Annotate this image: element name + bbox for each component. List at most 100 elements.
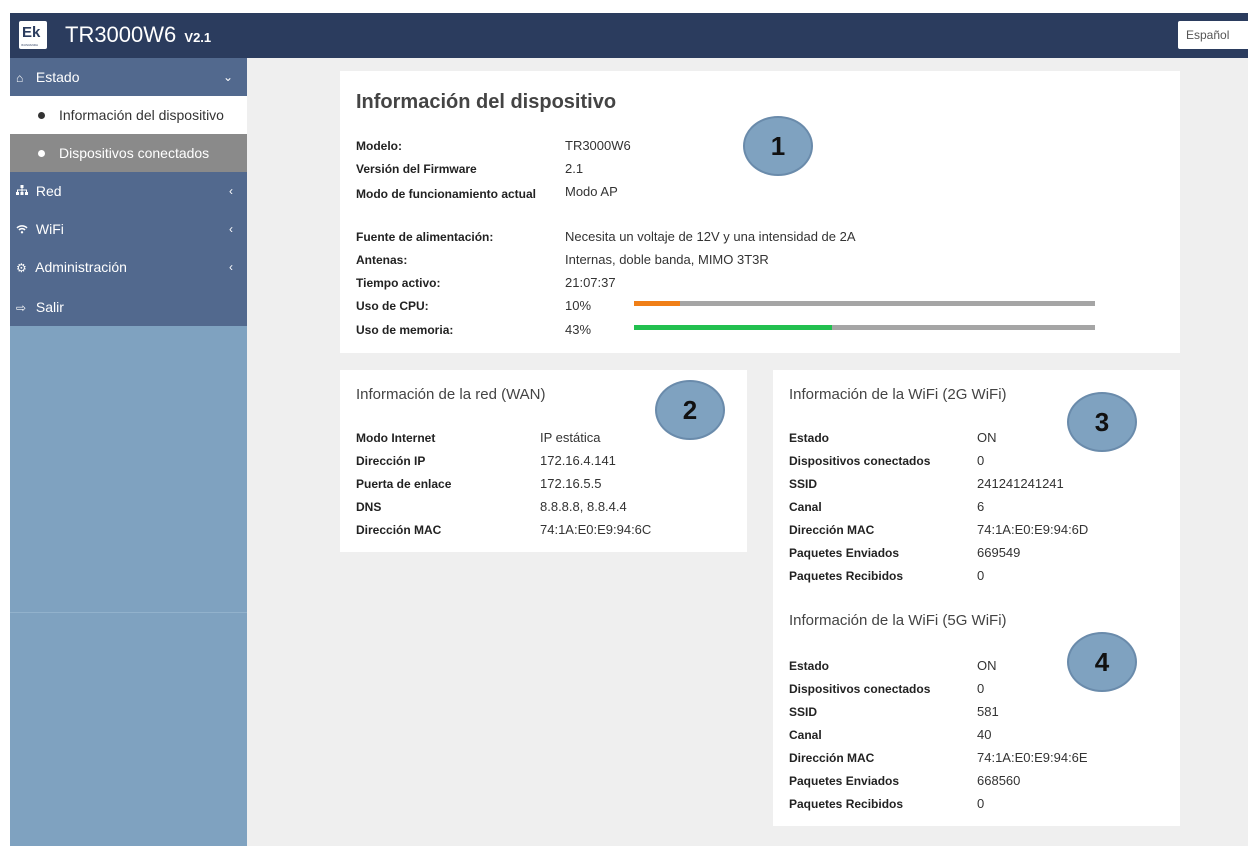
sidebar: ⌂ Estado ⌄ Información del dispositivo D…	[10, 58, 247, 846]
sitemap-icon	[16, 173, 32, 211]
wifi5g-row-label: Estado	[789, 659, 830, 673]
wifi5g-row-value: 668560	[977, 773, 1021, 788]
wifi-2g-title: Información de la WiFi (2G WiFi)	[789, 386, 1007, 403]
wan-row-label: Dirección MAC	[356, 523, 442, 537]
sidebar-subitem-device-info[interactable]: Información del dispositivo	[10, 96, 247, 134]
wifi5g-row-label: Paquetes Enviados	[789, 774, 900, 788]
device-row-label: Versión del Firmware	[356, 162, 477, 176]
wifi5g-row-value: 40	[977, 727, 992, 742]
wifi5g-row-value: 74:1A:E0:E9:94:6E	[977, 750, 1088, 765]
wifi-5g-title: Información de la WiFi (5G WiFi)	[789, 612, 1007, 629]
wifi5g-row-label: Canal	[789, 728, 822, 742]
device-row-label: Uso de CPU:	[356, 299, 429, 313]
device-row-value: TR3000W6	[565, 138, 631, 153]
cpu-usage-bar	[634, 301, 1095, 306]
main-content: Información del dispositivo Modelo: TR30…	[247, 58, 1248, 846]
wifi2g-row-label: Canal	[789, 500, 822, 514]
sidebar-item-wifi[interactable]: WiFi ‹	[10, 210, 247, 248]
logo-text: Ek	[22, 24, 41, 41]
language-selector[interactable]: Español	[1178, 21, 1248, 49]
sidebar-divider	[10, 612, 247, 613]
wan-row-value: 74:1A:E0:E9:94:6C	[540, 522, 652, 537]
wifi5g-row-label: SSID	[789, 705, 818, 719]
device-info-card: Información del dispositivo Modelo: TR30…	[340, 71, 1180, 353]
sidebar-item-salir[interactable]: ⇨ Salir	[10, 288, 247, 326]
sidebar-item-administracion[interactable]: ⚙ Administración ‹	[10, 248, 247, 286]
wan-row-label: DNS	[356, 500, 382, 514]
device-row-value: 21:07:37	[565, 275, 616, 290]
wifi2g-row-label: SSID	[789, 477, 818, 491]
home-icon: ⌂	[16, 71, 24, 85]
cpu-usage-bar-fill	[634, 301, 681, 306]
memory-usage-bar-fill	[634, 325, 833, 330]
callout-badge-4: 4	[1067, 632, 1137, 692]
chevron-down-icon: ⌄	[222, 70, 233, 84]
wan-row-label: Puerta de enlace	[356, 477, 452, 491]
device-row-value: 2.1	[565, 161, 584, 176]
wifi-info-card: Información de la WiFi (2G WiFi) Estado …	[773, 370, 1180, 826]
wifi2g-row-label: Paquetes Enviados	[789, 546, 900, 560]
logo-subtext: IKUSI/ANDA	[21, 43, 39, 47]
wan-row-value: IP estática	[540, 430, 601, 445]
wifi5g-row-value: 0	[977, 796, 985, 811]
sidebar-item-label: Administración	[35, 259, 127, 275]
top-bar: Ek IKUSI/ANDA TR3000W6 V2.1 Español	[10, 13, 1248, 58]
wifi2g-row-value: 0	[977, 453, 985, 468]
brand-logo: Ek IKUSI/ANDA	[19, 21, 47, 49]
wifi5g-row-value: ON	[977, 658, 997, 673]
chevron-left-icon: ‹	[229, 184, 233, 198]
callout-badge-2: 2	[655, 380, 725, 440]
wifi5g-row-value: 581	[977, 704, 999, 719]
wifi2g-row-value: 669549	[977, 545, 1021, 560]
device-row-value: Modo AP	[565, 184, 618, 199]
wan-row-value: 172.16.5.5	[540, 476, 602, 491]
chevron-left-icon: ‹	[229, 260, 233, 274]
device-row-label: Tiempo activo:	[356, 276, 441, 290]
wifi2g-row-value: 74:1A:E0:E9:94:6D	[977, 522, 1089, 537]
wan-row-label: Modo Internet	[356, 431, 436, 445]
device-row-label: Antenas:	[356, 253, 408, 267]
wifi5g-row-label: Dispositivos conectados	[789, 682, 931, 696]
device-row-value: Necesita un voltaje de 12V y una intensi…	[565, 229, 856, 244]
device-info-title: Información del dispositivo	[356, 91, 617, 113]
device-row-value: Internas, doble banda, MIMO 3T3R	[565, 252, 769, 267]
device-name: TR3000W6	[65, 22, 177, 47]
chevron-left-icon: ‹	[229, 222, 233, 236]
wifi2g-row-label: Dispositivos conectados	[789, 454, 931, 468]
wan-row-value: 8.8.8.8, 8.8.4.4	[540, 499, 627, 514]
wifi2g-row-value: 0	[977, 568, 985, 583]
wifi5g-row-label: Paquetes Recibidos	[789, 797, 904, 811]
wan-info-card: Información de la red (WAN) Modo Interne…	[340, 370, 747, 552]
wan-row-label: Dirección IP	[356, 454, 426, 468]
sidebar-item-label: Salir	[35, 299, 64, 315]
sidebar-subitem-label: Información del dispositivo	[59, 107, 224, 123]
gear-icon: ⚙	[16, 261, 27, 275]
sidebar-item-label: WiFi	[35, 221, 64, 237]
memory-usage-bar	[634, 325, 1095, 330]
wifi5g-row-label: Dirección MAC	[789, 751, 875, 765]
wifi2g-row-label: Dirección MAC	[789, 523, 875, 537]
wifi2g-row-value: ON	[977, 430, 997, 445]
sidebar-subitem-connected-devices[interactable]: Dispositivos conectados	[10, 134, 247, 172]
sidebar-item-red[interactable]: Red ‹	[10, 172, 247, 210]
logout-icon: ⇨	[16, 301, 27, 315]
cpu-usage-value: 10%	[565, 298, 592, 313]
wifi5g-row-value: 0	[977, 681, 985, 696]
sidebar-menu: ⌂ Estado ⌄ Información del dispositivo D…	[10, 58, 247, 326]
device-row-label: Modo de funcionamiento actual	[356, 187, 537, 201]
memory-usage-value: 43%	[565, 322, 592, 337]
app-title: TR3000W6 V2.1	[65, 21, 211, 52]
sidebar-item-label: Estado	[35, 69, 80, 85]
sidebar-item-estado[interactable]: ⌂ Estado ⌄	[10, 58, 247, 96]
bullet-icon	[38, 111, 45, 119]
version-label: V2.1	[184, 30, 212, 45]
wifi2g-row-value: 6	[977, 499, 985, 514]
wifi2g-row-label: Paquetes Recibidos	[789, 569, 904, 583]
callout-badge-3: 3	[1067, 392, 1137, 452]
bullet-icon	[38, 149, 45, 157]
wifi-icon	[16, 211, 32, 249]
wan-row-value: 172.16.4.141	[540, 453, 616, 468]
wan-info-title: Información de la red (WAN)	[356, 386, 546, 403]
callout-badge-1: 1	[743, 116, 813, 176]
sidebar-subitem-label: Dispositivos conectados	[59, 145, 210, 161]
